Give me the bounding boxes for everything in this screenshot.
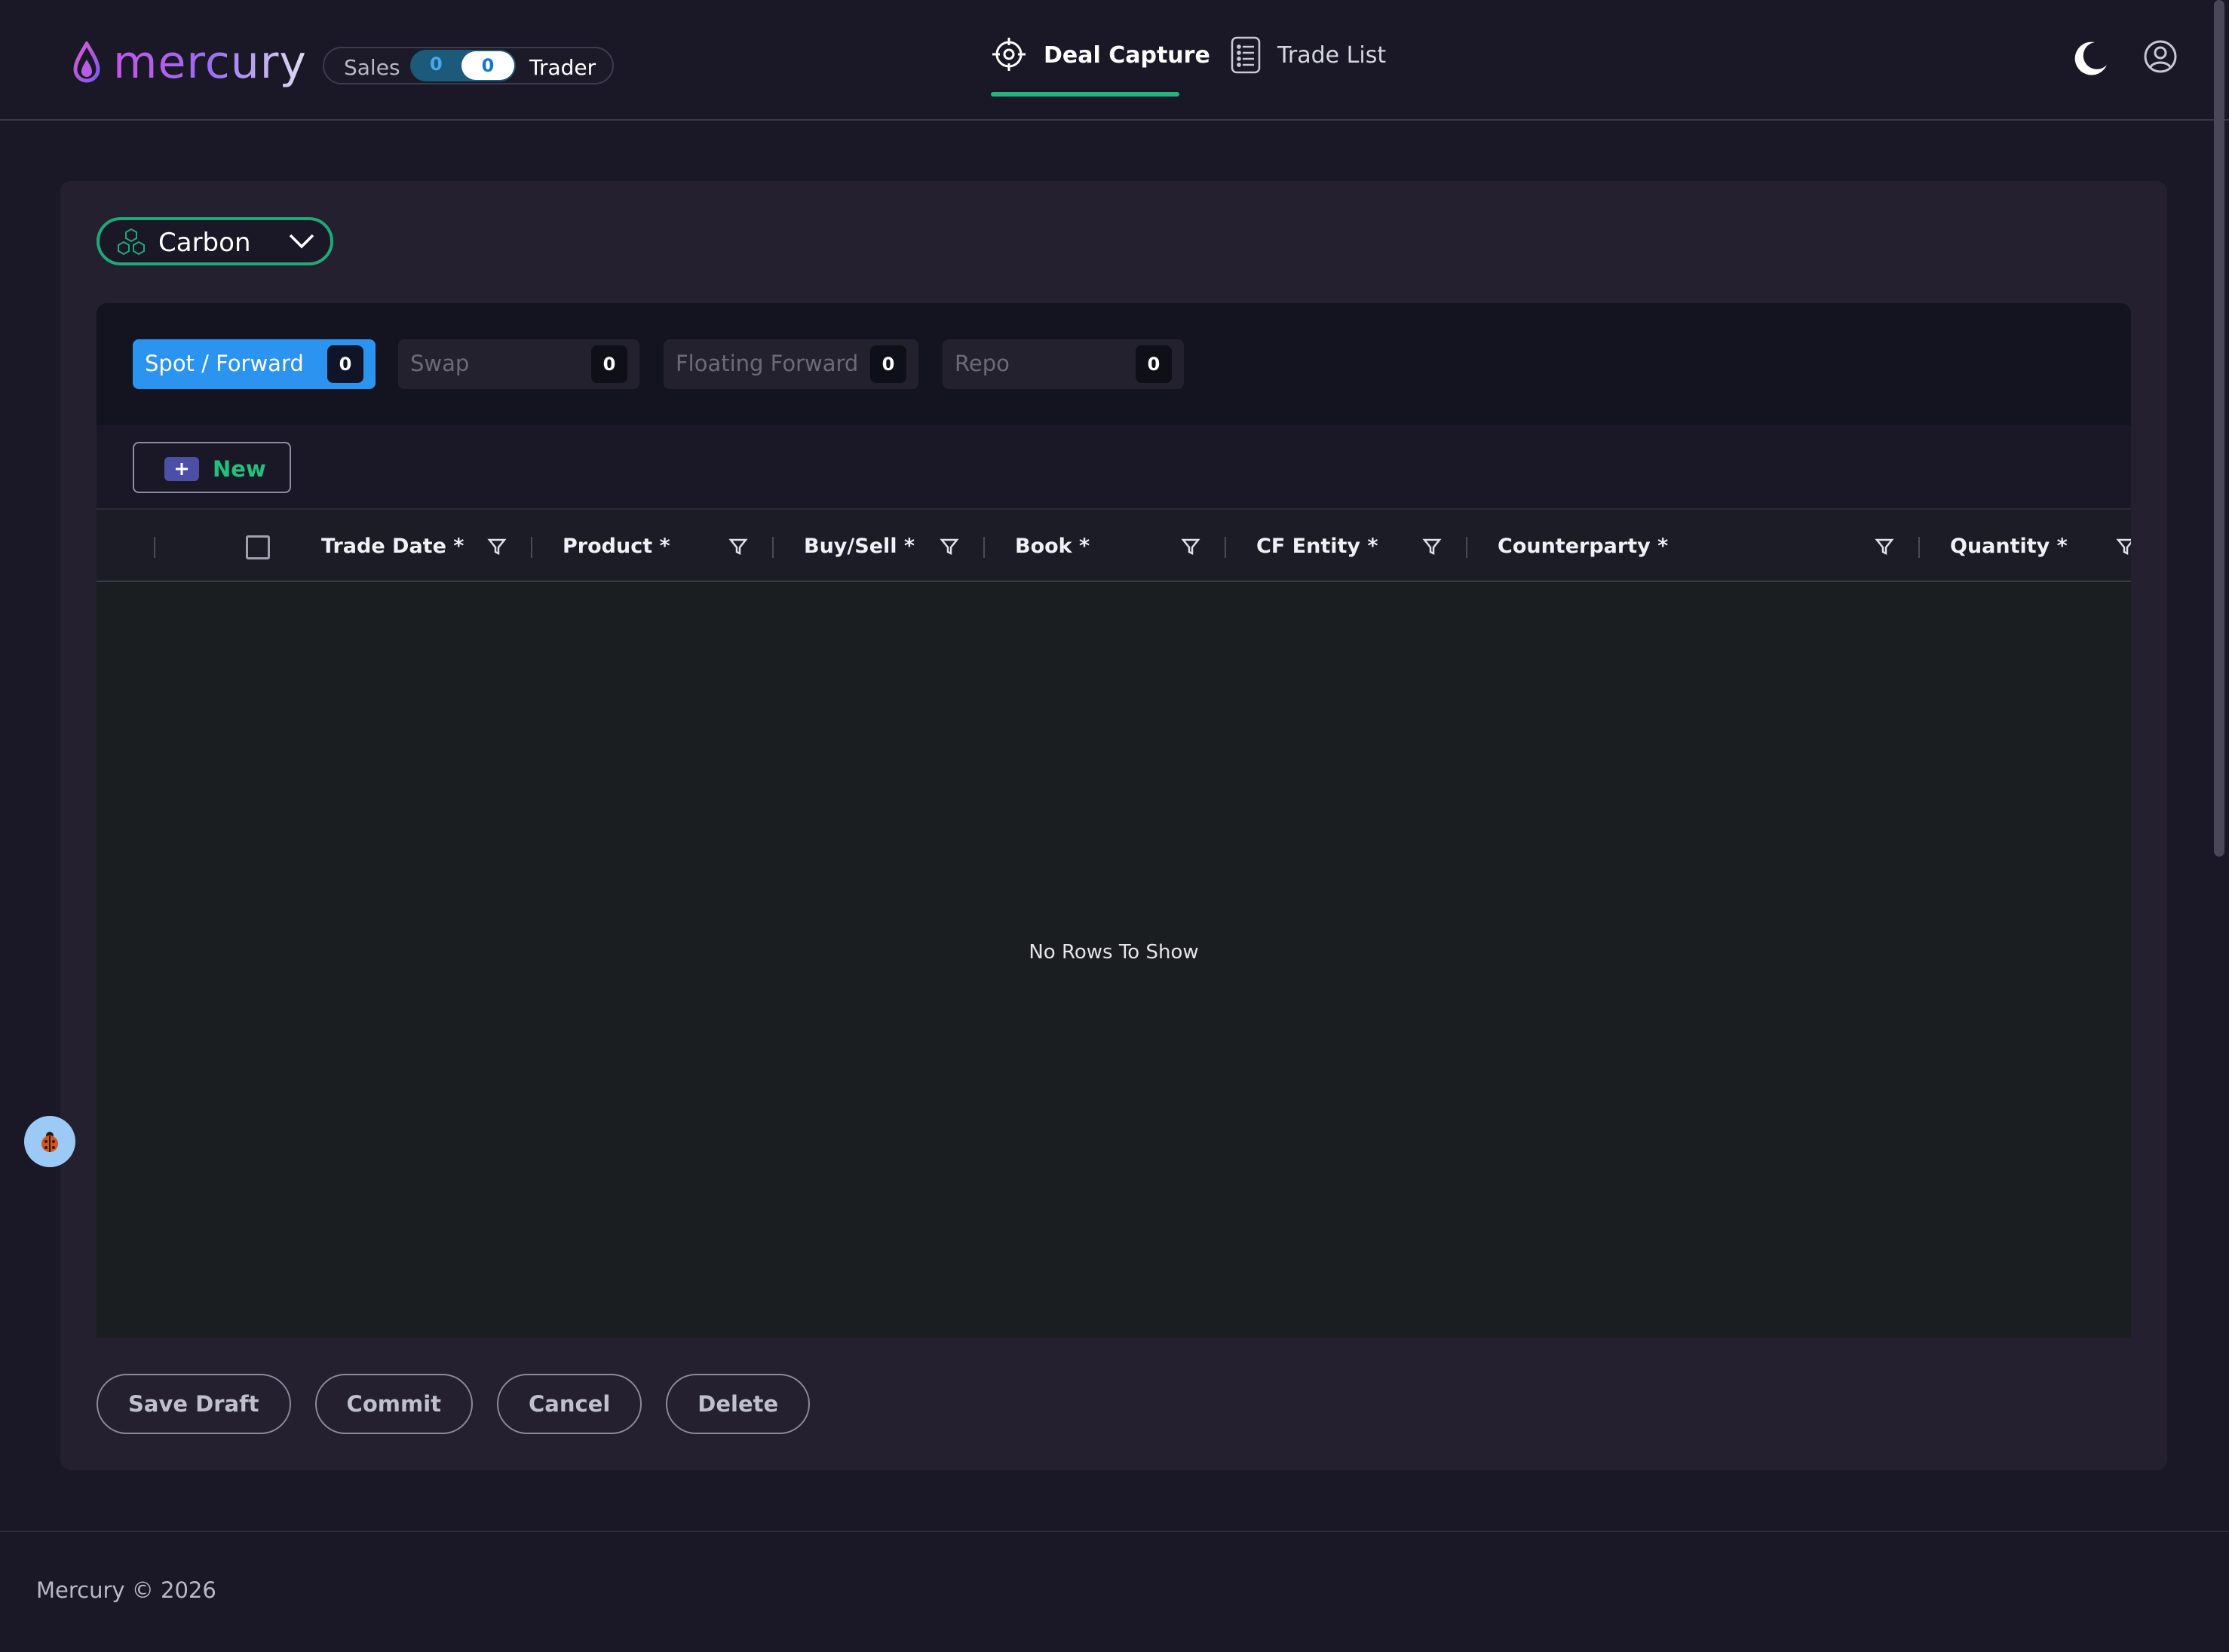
new-trade-button[interactable]: New: [133, 442, 291, 493]
plus-icon: [164, 457, 199, 481]
column-separator[interactable]: [1918, 537, 1920, 558]
column-separator[interactable]: [154, 537, 155, 558]
role-switch-knob[interactable]: 0: [461, 51, 514, 80]
col-header-book[interactable]: Book *: [1015, 535, 1090, 558]
select-all-checkbox[interactable]: [246, 535, 270, 559]
tab-label: Swap: [410, 351, 470, 376]
hexagon-cluster-icon: [118, 228, 145, 256]
col-header-product[interactable]: Product *: [563, 535, 670, 558]
tab-label: Spot / Forward: [145, 351, 304, 376]
moon-icon[interactable]: [2072, 39, 2108, 80]
deal-capture-card: Carbon Spot / Forward 0 Swap 0 Floating …: [60, 181, 2167, 1470]
tab-label: Floating Forward: [676, 351, 859, 376]
tab-label: Repo: [955, 351, 1010, 376]
tab-count: 0: [327, 345, 363, 383]
tab-floating-forward[interactable]: Floating Forward 0: [664, 339, 918, 389]
tab-repo[interactable]: Repo 0: [943, 339, 1184, 389]
filter-icon[interactable]: [2116, 537, 2131, 556]
filter-icon[interactable]: [940, 537, 959, 556]
filter-icon[interactable]: [1422, 537, 1442, 556]
column-separator[interactable]: [1466, 537, 1467, 558]
top-header: mercury Sales 0 0 Trader Deal Capture Tr…: [0, 0, 2229, 121]
active-tab-indicator: [991, 92, 1179, 97]
trade-grid-panel: Spot / Forward 0 Swap 0 Floating Forward…: [97, 303, 2131, 1338]
delete-button[interactable]: Delete: [666, 1374, 811, 1434]
trader-count: 0: [481, 55, 495, 76]
page-scrollbar[interactable]: [2214, 0, 2224, 857]
logo-text: mercury: [113, 36, 307, 89]
tab-swap[interactable]: Swap 0: [398, 339, 639, 389]
role-trader-label[interactable]: Trader: [529, 55, 596, 80]
column-separator[interactable]: [1225, 537, 1226, 558]
tab-count: 0: [1136, 345, 1172, 383]
filter-icon[interactable]: [1875, 537, 1894, 556]
role-sales-label[interactable]: Sales: [344, 55, 400, 80]
cancel-button[interactable]: Cancel: [497, 1374, 642, 1434]
new-trade-label: New: [213, 456, 266, 482]
sales-count: 0: [430, 54, 443, 75]
role-toggle[interactable]: Sales 0 0 Trader: [323, 47, 614, 84]
column-separator[interactable]: [772, 537, 774, 558]
product-select[interactable]: Carbon: [97, 217, 333, 265]
tab-trade-list-label: Trade List: [1277, 42, 1387, 69]
user-circle-icon[interactable]: [2143, 39, 2178, 77]
chevron-down-icon: [289, 234, 314, 249]
action-buttons: Save Draft Commit Cancel Delete: [97, 1374, 811, 1434]
commit-button[interactable]: Commit: [314, 1374, 473, 1434]
app-logo[interactable]: mercury: [72, 36, 307, 89]
filter-icon[interactable]: [487, 537, 507, 556]
save-draft-button[interactable]: Save Draft: [97, 1374, 291, 1434]
bug-report-button[interactable]: [24, 1116, 75, 1167]
ladybug-icon: [41, 1132, 58, 1152]
crosshair-icon: [992, 38, 1026, 71]
tab-count: 0: [591, 345, 627, 383]
footer-copyright: Mercury © 2026: [36, 1577, 216, 1603]
droplet-icon: [73, 41, 100, 83]
grid-toolbar: New: [97, 425, 2131, 508]
filter-icon[interactable]: [1181, 537, 1200, 556]
footer-divider: [0, 1531, 2229, 1532]
role-switch[interactable]: 0 0: [410, 50, 516, 81]
tab-deal-capture-label: Deal Capture: [1044, 42, 1210, 69]
grid-body: No Rows To Show: [97, 582, 2131, 1338]
tab-count: 0: [870, 345, 906, 383]
tab-deal-capture[interactable]: Deal Capture: [991, 36, 1210, 97]
col-header-buy-sell[interactable]: Buy/Sell *: [804, 535, 915, 558]
trade-type-tabs: Spot / Forward 0 Swap 0 Floating Forward…: [97, 303, 2131, 425]
list-icon: [1231, 36, 1261, 74]
tab-spot-forward[interactable]: Spot / Forward 0: [133, 339, 376, 389]
col-header-cf-entity[interactable]: CF Entity *: [1256, 535, 1378, 558]
column-separator[interactable]: [983, 537, 985, 558]
tab-trade-list[interactable]: Trade List: [1231, 36, 1386, 97]
col-header-quantity[interactable]: Quantity *: [1950, 535, 2068, 558]
filter-icon[interactable]: [728, 537, 748, 556]
empty-grid-message: No Rows To Show: [1029, 941, 1199, 964]
grid-header: Trade Date * Product * Buy/Sell * Book *…: [97, 508, 2131, 582]
col-header-counterparty[interactable]: Counterparty *: [1498, 535, 1668, 558]
product-select-value: Carbon: [158, 228, 251, 258]
col-header-trade-date[interactable]: Trade Date *: [321, 535, 464, 558]
column-separator[interactable]: [531, 537, 532, 558]
